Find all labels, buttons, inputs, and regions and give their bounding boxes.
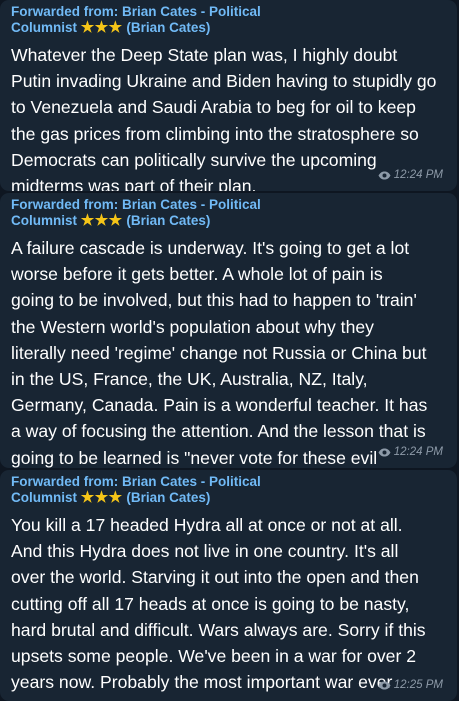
message-time: 12:25 PM xyxy=(393,679,443,691)
forward-source-line1[interactable]: Forwarded from: Brian Cates - Political xyxy=(11,4,447,20)
forward-source-line1[interactable]: Forwarded from: Brian Cates - Political xyxy=(11,474,447,490)
forward-source-label: Columnist xyxy=(11,20,77,35)
forwarded-header[interactable]: Forwarded from: Brian Cates - Political … xyxy=(11,4,447,36)
eye-icon xyxy=(378,171,391,180)
forward-source-line1[interactable]: Forwarded from: Brian Cates - Political xyxy=(11,197,447,213)
eye-icon xyxy=(378,681,391,690)
star-icons: ★★★ xyxy=(80,489,123,506)
forwarded-header[interactable]: Forwarded from: Brian Cates - Political … xyxy=(11,474,447,506)
forward-source-line2[interactable]: Columnist ★★★ (Brian Cates) xyxy=(11,490,447,506)
forward-source-handle: (Brian Cates) xyxy=(126,490,211,505)
forward-source-handle: (Brian Cates) xyxy=(126,213,211,228)
forward-source-handle: (Brian Cates) xyxy=(126,20,211,35)
forward-source-label: Columnist xyxy=(11,213,77,228)
message-meta: 12:24 PM xyxy=(378,169,443,181)
forward-source-label: Columnist xyxy=(11,490,77,505)
message-text: A failure cascade is underway. It's goin… xyxy=(11,238,428,468)
message-bubble[interactable]: Forwarded from: Brian Cates - Political … xyxy=(0,470,457,701)
message-bubble[interactable]: Forwarded from: Brian Cates - Political … xyxy=(0,193,457,468)
star-icons: ★★★ xyxy=(80,212,123,229)
message-time: 12:24 PM xyxy=(393,169,443,181)
message-text: You kill a 17 headed Hydra all at once o… xyxy=(11,515,426,701)
message-time: 12:24 PM xyxy=(393,446,443,458)
star-icons: ★★★ xyxy=(80,19,123,36)
message-meta: 12:24 PM xyxy=(378,446,443,458)
forwarded-header[interactable]: Forwarded from: Brian Cates - Political … xyxy=(11,197,447,229)
forward-source-line2[interactable]: Columnist ★★★ (Brian Cates) xyxy=(11,213,447,229)
message-feed: Forwarded from: Brian Cates - Political … xyxy=(0,0,459,701)
message-bubble[interactable]: Forwarded from: Brian Cates - Political … xyxy=(0,0,457,191)
forward-source-line2[interactable]: Columnist ★★★ (Brian Cates) xyxy=(11,20,447,36)
eye-icon xyxy=(378,448,391,457)
message-meta: 12:25 PM xyxy=(378,679,443,691)
